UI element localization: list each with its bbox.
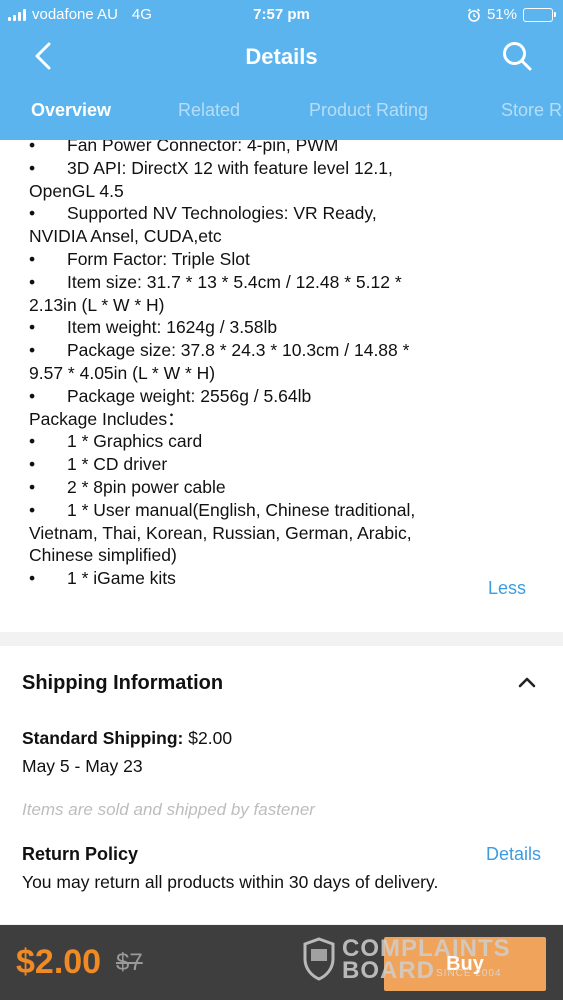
app-header: vodafone AU 4G 7:57 pm 51% Details Overv… (0, 0, 563, 140)
description-line-text: 1 * Graphics card (67, 431, 203, 452)
bullet-icon: • (29, 385, 36, 406)
description-line-text: Supported NV Technologies: VR Ready, (67, 203, 377, 224)
bullet-icon: • (29, 568, 36, 589)
description-line: 2.13in (L * W * H) (29, 294, 549, 317)
description-line: • Package size: 37.8 * 24.3 * 10.3cm / 14… (29, 339, 549, 362)
description-line: • Supported NV Technologies: VR Ready, (29, 202, 549, 225)
description-line: Package Includes： (29, 408, 549, 431)
description-line: • 3D API: DirectX 12 with feature level 1… (29, 157, 549, 180)
standard-shipping-price: $2.00 (188, 728, 233, 748)
return-policy-title: Return Policy (22, 844, 139, 864)
description-line-text: NVIDIA Ansel, CUDA,etc (29, 226, 222, 247)
description-line-text: Package weight: 2556g / 5.64lb (67, 385, 312, 406)
original-price: $7 (116, 949, 143, 976)
bullet-icon: • (29, 317, 36, 338)
shipping-card: Shipping Information Standard Shipping: … (0, 646, 563, 924)
description-line-text: Chinese simplified) (29, 545, 177, 566)
status-right: 51% (467, 6, 556, 23)
tab-store-rating[interactable]: Store R (501, 100, 562, 121)
description-line-text: 2 * 8pin power cable (67, 476, 226, 497)
search-icon[interactable] (501, 40, 533, 72)
description-line: 9.57 * 4.05in (L * W * H) (29, 362, 549, 385)
description-line: • Item weight: 1624g / 3.58lb (29, 316, 549, 339)
bullet-icon: • (29, 476, 36, 497)
description-line-text: Package size: 37.8 * 24.3 * 10.3cm / 14.… (67, 340, 410, 361)
bullet-icon: • (29, 454, 36, 475)
description-line: • 2 * 8pin power cable (29, 476, 549, 499)
description-line-text: Package Includes： (29, 408, 185, 429)
return-policy-text: You may return all products within 30 da… (22, 872, 439, 892)
watermark-line2: BOARD (342, 957, 435, 984)
description-line: • 1 * Graphics card (29, 430, 549, 453)
description-line-text: Form Factor: Triple Slot (67, 248, 250, 269)
delivery-dates: May 5 - May 23 (22, 756, 143, 776)
description-line: OpenGL 4.5 (29, 180, 549, 203)
description-line-text: 9.57 * 4.05in (L * W * H) (29, 362, 216, 383)
description-line-text: Item weight: 1624g / 3.58lb (67, 317, 278, 338)
description-line: • 1 * CD driver (29, 453, 549, 476)
description-line: Vietnam, Thai, Korean, Russian, German, … (29, 522, 549, 545)
bullet-icon: • (29, 157, 36, 178)
tab-bar: Overview Related Product Rating Store R (0, 100, 563, 130)
standard-shipping-label: Standard Shipping: (22, 728, 184, 748)
page-title: Details (245, 44, 318, 69)
bullet-icon: • (29, 431, 36, 452)
watermark-line3: SINCE 2004 (436, 968, 502, 979)
description-line: Chinese simplified) (29, 544, 549, 567)
description-line: NVIDIA Ansel, CUDA,etc (29, 225, 549, 248)
description-line-text: 1 * CD driver (67, 454, 168, 475)
description-line-text: Item size: 31.7 * 13 * 5.4cm / 12.48 * 5… (67, 271, 402, 292)
bullet-icon: • (29, 140, 36, 155)
description-line: • Package weight: 2556g / 5.64lb (29, 385, 549, 408)
status-bar: vodafone AU 4G 7:57 pm 51% (0, 0, 563, 30)
description-line: • Fan Power Connector: 4-pin, PWM (29, 140, 549, 157)
tab-overview[interactable]: Overview (31, 100, 111, 121)
description-card: • Fan Power Connector: 4-pin, PWM • 3D API:… (0, 140, 563, 632)
description-line: • Form Factor: Triple Slot (29, 248, 549, 271)
battery-percent: 51% (486, 6, 517, 23)
shield-logo-icon (303, 937, 335, 981)
bullet-icon: • (29, 499, 36, 520)
description-line-text: 1 * User manual(English, Chinese traditi… (67, 499, 416, 520)
description-text: • Fan Power Connector: 4-pin, PWM • 3D API:… (29, 140, 549, 590)
less-link[interactable]: Less (488, 578, 526, 599)
tab-related[interactable]: Related (178, 100, 240, 121)
sold-by-note: Items are sold and shipped by fastener (22, 800, 315, 819)
nav-bar: Details (0, 30, 563, 86)
description-line: • 1 * iGame kits (29, 567, 549, 590)
chevron-up-icon[interactable] (517, 674, 537, 690)
description-line-text: 3D API: DirectX 12 with feature level 12… (67, 157, 393, 178)
description-line: • Item size: 31.7 * 13 * 5.4cm / 12.48 * … (29, 271, 549, 294)
description-line-text: Fan Power Connector: 4-pin, PWM (67, 140, 339, 155)
standard-shipping: Standard Shipping: $2.00 (22, 728, 232, 749)
battery-icon (523, 7, 556, 22)
bullet-icon: • (29, 203, 36, 224)
shipping-title: Shipping Information (22, 672, 224, 694)
description-line-text: 2.13in (L * W * H) (29, 294, 165, 315)
description-line-text: Vietnam, Thai, Korean, Russian, German, … (29, 522, 412, 543)
bullet-icon: • (29, 248, 36, 269)
alarm-icon (467, 8, 481, 22)
description-line: • 1 * User manual(English, Chinese tradit… (29, 499, 549, 522)
tab-product-rating[interactable]: Product Rating (309, 100, 428, 121)
bullet-icon: • (29, 340, 36, 361)
return-policy-details-link[interactable]: Details (486, 844, 541, 865)
bullet-icon: • (29, 271, 36, 292)
description-line-text: 1 * iGame kits (67, 568, 176, 589)
watermark: COMPLAINTS BOARD SINCE 2004 (302, 935, 522, 993)
description-line-text: OpenGL 4.5 (29, 180, 124, 201)
current-price: $2.00 (16, 943, 102, 981)
